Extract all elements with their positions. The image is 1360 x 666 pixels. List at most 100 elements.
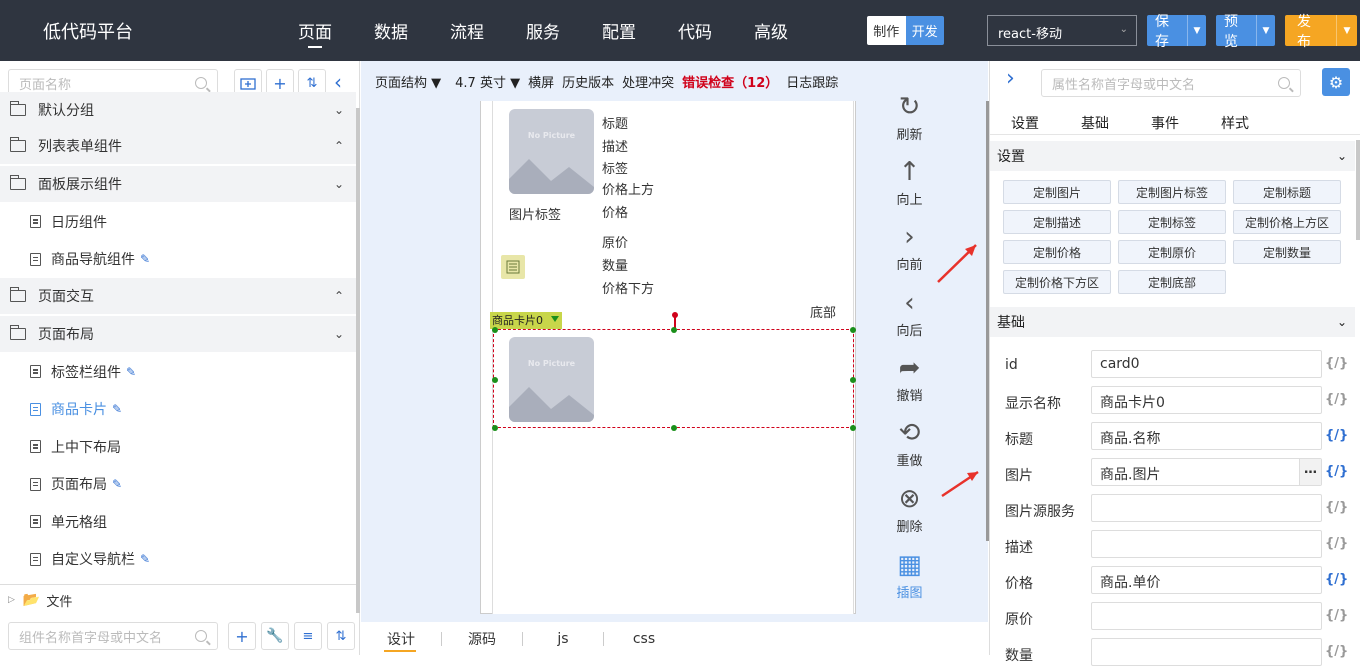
tree-item[interactable]: 商品导航组件 ✎	[0, 241, 356, 278]
property-search-input[interactable]: 属性名称首字母或中文名	[1041, 69, 1301, 97]
property-input[interactable]	[1091, 602, 1322, 630]
tree-item[interactable]: 标签栏组件 ✎	[0, 353, 356, 390]
mode-make-button[interactable]: 制作	[867, 16, 906, 45]
nav-service[interactable]: 服务	[526, 18, 560, 43]
custom-button[interactable]: 定制标签	[1118, 210, 1226, 234]
custom-button[interactable]: 定制图片标签	[1118, 180, 1226, 204]
nav-data[interactable]: 数据	[374, 18, 408, 43]
expression-binding-icon[interactable]: {/}	[1325, 356, 1348, 371]
expression-binding-icon[interactable]: {/}	[1325, 464, 1348, 479]
resize-handle[interactable]	[492, 327, 498, 333]
resize-handle[interactable]	[850, 327, 856, 333]
tree-group[interactable]: 页面布局 ⌄	[0, 315, 356, 353]
undo-button[interactable]: ➦ 撤销	[887, 353, 932, 404]
tab-basic[interactable]: 基础	[1081, 113, 1109, 133]
left-scrollbar[interactable]	[356, 108, 360, 613]
tab-design[interactable]: 设计	[361, 629, 441, 649]
property-input[interactable]	[1091, 530, 1322, 558]
expression-binding-icon[interactable]: {/}	[1325, 536, 1348, 551]
conflict-button[interactable]: 处理冲突	[622, 72, 674, 91]
collapse-left-icon[interactable]: ‹	[334, 70, 342, 94]
custom-button[interactable]: 定制底部	[1118, 270, 1226, 294]
back-button[interactable]: ‹ 向后	[887, 288, 932, 339]
expression-binding-icon[interactable]: {/}	[1325, 500, 1348, 515]
tree-group[interactable]: 默认分组 ⌄	[0, 92, 356, 129]
more-icon[interactable]: …	[1299, 459, 1321, 485]
custom-button[interactable]: 定制价格下方区	[1003, 270, 1111, 294]
custom-button[interactable]: 定制图片	[1003, 180, 1111, 204]
tree-item[interactable]: 单元格组	[0, 503, 356, 540]
custom-button[interactable]: 定制描述	[1003, 210, 1111, 234]
mode-dev-button[interactable]: 开发	[905, 16, 944, 45]
edit-icon[interactable]: ✎	[112, 477, 122, 491]
caret-down-icon[interactable]: ▼	[1187, 15, 1206, 46]
resize-handle[interactable]	[850, 425, 856, 431]
tab-source[interactable]: 源码	[442, 629, 522, 649]
resize-handle[interactable]	[492, 377, 498, 383]
tab-events[interactable]: 事件	[1151, 113, 1179, 133]
custom-button[interactable]: 定制原价	[1118, 240, 1226, 264]
page-structure-button[interactable]: 页面结构 ▼	[375, 72, 441, 91]
property-input[interactable]: 商品.单价	[1091, 566, 1322, 594]
log-button[interactable]: 日志跟踪	[786, 72, 838, 91]
sort-button-bottom[interactable]: ⇅	[327, 622, 355, 650]
custom-button[interactable]: 定制标题	[1233, 180, 1341, 204]
delete-button[interactable]: ⊗ 删除	[887, 484, 932, 535]
caret-down-icon[interactable]: ▼	[1256, 15, 1275, 46]
expression-binding-icon[interactable]: {/}	[1325, 608, 1348, 623]
tab-js[interactable]: js	[523, 631, 603, 647]
tab-settings[interactable]: 设置	[1011, 113, 1039, 133]
card-image-placeholder[interactable]: No Picture	[509, 109, 594, 194]
edit-icon[interactable]: ✎	[140, 552, 150, 566]
caret-down-icon[interactable]: ▼	[1335, 15, 1357, 46]
nav-code[interactable]: 代码	[678, 18, 712, 43]
preview-button[interactable]: 预览 ▼	[1216, 14, 1275, 50]
wrench-button[interactable]: 🔧	[261, 622, 289, 650]
file-row[interactable]: ▷ 📂 文件	[0, 584, 356, 615]
redo-button[interactable]: ⟲ 重做	[887, 418, 932, 469]
nav-page[interactable]: 页面	[298, 18, 332, 43]
tree-item[interactable]: 自定义导航栏 ✎	[0, 541, 356, 578]
nav-config[interactable]: 配置	[602, 18, 636, 43]
custom-button[interactable]: 定制价格上方区	[1233, 210, 1341, 234]
expression-binding-icon[interactable]: {/}	[1325, 392, 1348, 407]
history-button[interactable]: 历史版本	[562, 72, 614, 91]
property-input[interactable]: card0	[1091, 350, 1322, 378]
card-image-placeholder-2[interactable]: No Picture	[509, 337, 594, 422]
add-component-button[interactable]: +	[228, 622, 256, 650]
selected-component-tag[interactable]: 商品卡片0	[490, 312, 562, 329]
settings-section-header[interactable]: 设置 ⌄	[990, 141, 1355, 171]
refresh-button[interactable]: ↻ 刷新	[887, 92, 932, 143]
tree-group[interactable]: 面板展示组件 ⌄	[0, 165, 356, 203]
resize-handle[interactable]	[850, 377, 856, 383]
insert-image-button[interactable]: ▦ 插图	[887, 550, 932, 601]
right-scrollbar[interactable]	[1356, 140, 1360, 240]
custom-button[interactable]: 定制数量	[1233, 240, 1341, 264]
resize-handle[interactable]	[671, 425, 677, 431]
platform-select[interactable]: react-移动 ⌄	[987, 15, 1137, 46]
error-check-button[interactable]: 错误检查（12）	[682, 72, 778, 91]
tree-item[interactable]: 上中下布局	[0, 428, 356, 465]
property-input[interactable]: 商品.名称	[1091, 422, 1322, 450]
expression-binding-icon[interactable]: {/}	[1325, 428, 1348, 443]
nav-advanced[interactable]: 高级	[754, 18, 788, 43]
tree-group[interactable]: 页面交互 ⌃	[0, 278, 356, 315]
tree-group[interactable]: 列表表单组件 ⌃	[0, 128, 356, 165]
caret-down-icon[interactable]	[551, 316, 559, 322]
tree-item[interactable]: 商品卡片 ✎	[0, 391, 356, 428]
landscape-button[interactable]: 横屏	[528, 72, 554, 91]
list-order-button[interactable]: ≡	[294, 622, 322, 650]
edit-icon[interactable]: ✎	[140, 252, 150, 266]
save-button[interactable]: 保存 ▼	[1147, 14, 1206, 50]
tab-css[interactable]: css	[604, 631, 684, 647]
property-input[interactable]	[1091, 494, 1322, 522]
edit-icon[interactable]: ✎	[112, 402, 122, 416]
property-input[interactable]: 商品.图片	[1091, 458, 1322, 486]
resize-handle[interactable]	[492, 425, 498, 431]
expression-binding-icon[interactable]: {/}	[1325, 572, 1348, 587]
move-up-button[interactable]: ↑ 向上	[887, 157, 932, 208]
tab-styles[interactable]: 样式	[1221, 113, 1249, 133]
publish-button[interactable]: 发布 ▼	[1285, 14, 1357, 50]
screen-size-select[interactable]: 4.7 英寸 ▼	[455, 72, 520, 91]
rotate-handle[interactable]	[672, 312, 678, 318]
